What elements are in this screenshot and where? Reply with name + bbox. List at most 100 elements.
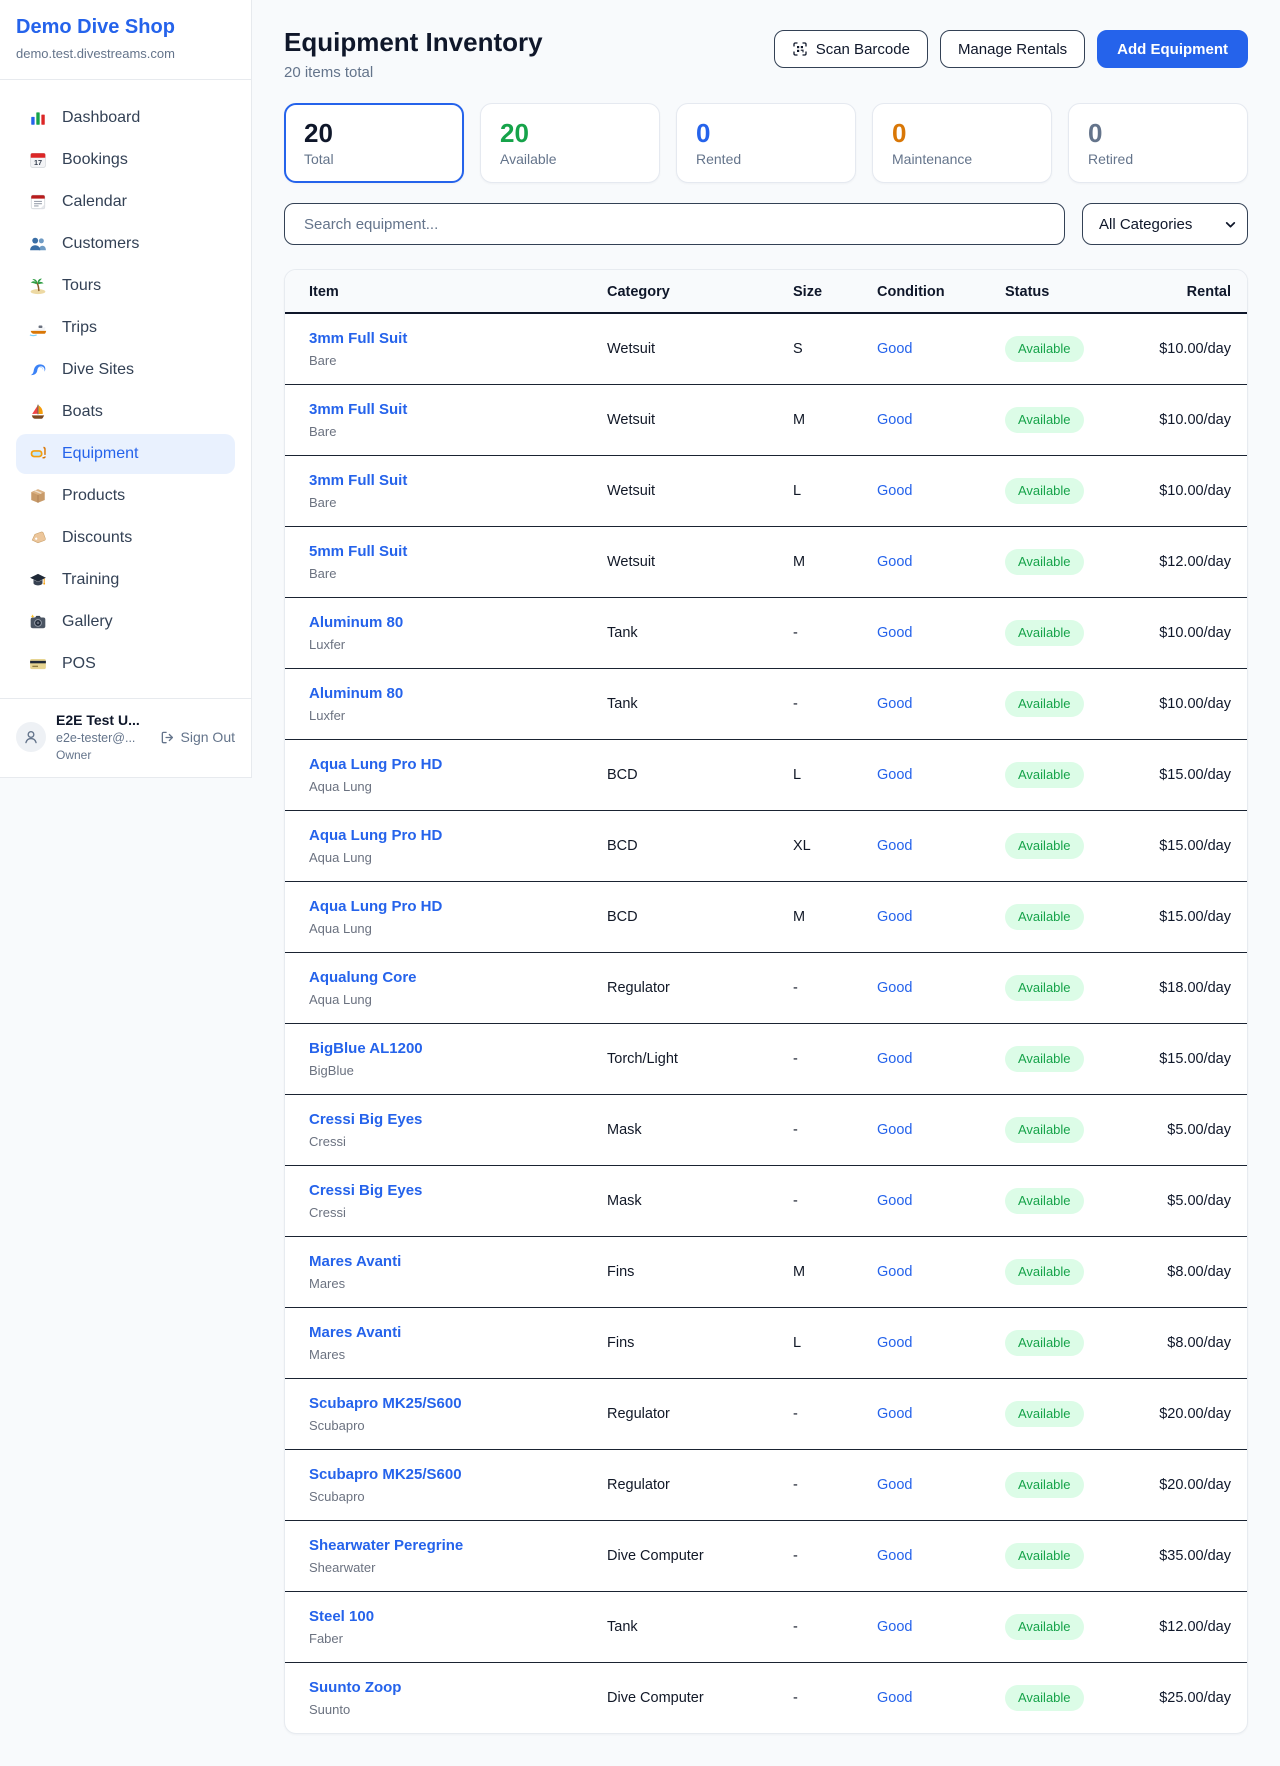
item-name-link[interactable]: 3mm Full Suit: [309, 330, 407, 347]
rental-price: $20.00/day: [1111, 1450, 1247, 1521]
condition-link[interactable]: Good: [877, 341, 912, 357]
item-brand: Bare: [309, 353, 559, 369]
sidebar-item-label: Gallery: [62, 613, 113, 631]
sidebar-item-gallery[interactable]: Gallery: [16, 602, 235, 642]
sidebar-item-training[interactable]: Training: [16, 560, 235, 600]
condition-link[interactable]: Good: [877, 1264, 912, 1280]
stats-row: 20 Total 20 Available 0 Rented 0 Mainten…: [284, 103, 1248, 183]
condition-link[interactable]: Good: [877, 1335, 912, 1351]
stat-card[interactable]: 20 Total: [284, 103, 464, 183]
sidebar-item-customers[interactable]: Customers: [16, 224, 235, 264]
item-name-link[interactable]: 3mm Full Suit: [309, 472, 407, 489]
sidebar-item-products[interactable]: Products: [16, 476, 235, 516]
page-header: Equipment Inventory 20 items total Scan …: [284, 26, 1248, 81]
sidebar-item-pos[interactable]: POS: [16, 644, 235, 684]
item-name-link[interactable]: Aqualung Core: [309, 969, 417, 986]
condition-link[interactable]: Good: [877, 1619, 912, 1635]
sidebar-item-dive-sites[interactable]: Dive Sites: [16, 350, 235, 390]
condition-link[interactable]: Good: [877, 1477, 912, 1493]
item-name-link[interactable]: Suunto Zoop: [309, 1679, 401, 1696]
item-name-link[interactable]: BigBlue AL1200: [309, 1040, 423, 1057]
item-name-link[interactable]: Cressi Big Eyes: [309, 1111, 422, 1128]
item-name-link[interactable]: Aluminum 80: [309, 614, 403, 631]
item-name-link[interactable]: Aqua Lung Pro HD: [309, 827, 442, 844]
add-equipment-button[interactable]: Add Equipment: [1097, 30, 1248, 68]
item-name-link[interactable]: Scubapro MK25/S600: [309, 1466, 462, 1483]
item-name-link[interactable]: Cressi Big Eyes: [309, 1182, 422, 1199]
sidebar-item-tours[interactable]: Tours: [16, 266, 235, 306]
sidebar-item-discounts[interactable]: Discounts: [16, 518, 235, 558]
sign-out-button[interactable]: Sign Out: [160, 729, 235, 745]
item-brand: Luxfer: [309, 708, 559, 724]
condition-link[interactable]: Good: [877, 767, 912, 783]
sidebar-item-dashboard[interactable]: Dashboard: [16, 98, 235, 138]
item-size: -: [769, 953, 853, 1024]
status-badge: Available: [1005, 1117, 1084, 1143]
sign-out-label: Sign Out: [181, 729, 235, 745]
stat-card[interactable]: 20 Available: [480, 103, 660, 183]
stat-value: 20: [304, 118, 444, 148]
item-name-link[interactable]: Aqua Lung Pro HD: [309, 898, 442, 915]
dive-sites-icon: [28, 360, 48, 380]
item-name-link[interactable]: 3mm Full Suit: [309, 401, 407, 418]
item-size: -: [769, 1592, 853, 1663]
condition-link[interactable]: Good: [877, 625, 912, 641]
table-row: 3mm Full Suit Bare Wetsuit L Good Availa…: [285, 456, 1247, 527]
condition-link[interactable]: Good: [877, 483, 912, 499]
rental-price: $15.00/day: [1111, 740, 1247, 811]
stat-card[interactable]: 0 Retired: [1068, 103, 1248, 183]
condition-link[interactable]: Good: [877, 909, 912, 925]
stat-value: 0: [892, 118, 1032, 148]
sidebar-item-trips[interactable]: Trips: [16, 308, 235, 348]
item-name-link[interactable]: Scubapro MK25/S600: [309, 1395, 462, 1412]
stat-card[interactable]: 0 Rented: [676, 103, 856, 183]
condition-link[interactable]: Good: [877, 1122, 912, 1138]
item-brand: Mares: [309, 1276, 559, 1292]
status-badge: Available: [1005, 1543, 1084, 1569]
sidebar-item-label: Trips: [62, 319, 97, 337]
item-name-link[interactable]: Aluminum 80: [309, 685, 403, 702]
condition-link[interactable]: Good: [877, 696, 912, 712]
rental-price: $5.00/day: [1111, 1095, 1247, 1166]
item-category: BCD: [583, 740, 769, 811]
table-row: 3mm Full Suit Bare Wetsuit S Good Availa…: [285, 313, 1247, 385]
condition-link[interactable]: Good: [877, 554, 912, 570]
status-badge: Available: [1005, 478, 1084, 504]
condition-link[interactable]: Good: [877, 412, 912, 428]
item-name-link[interactable]: Mares Avanti: [309, 1253, 401, 1270]
category-filter-select[interactable]: All Categories: [1082, 203, 1248, 245]
item-name-link[interactable]: Steel 100: [309, 1608, 374, 1625]
condition-link[interactable]: Good: [877, 1406, 912, 1422]
col-header-condition: Condition: [853, 270, 981, 313]
item-brand: Faber: [309, 1631, 559, 1647]
equipment-table: Item Category Size Condition Status Rent…: [285, 270, 1247, 1733]
rental-price: $35.00/day: [1111, 1521, 1247, 1592]
filter-row: All Categories: [284, 203, 1248, 245]
products-icon: [28, 486, 48, 506]
condition-link[interactable]: Good: [877, 838, 912, 854]
main-content: Equipment Inventory 20 items total Scan …: [252, 0, 1280, 1766]
rental-price: $10.00/day: [1111, 598, 1247, 669]
condition-link[interactable]: Good: [877, 1193, 912, 1209]
search-input[interactable]: [284, 203, 1065, 245]
manage-rentals-button[interactable]: Manage Rentals: [940, 30, 1085, 68]
condition-link[interactable]: Good: [877, 980, 912, 996]
sidebar-item-equipment[interactable]: Equipment: [16, 434, 235, 474]
sidebar-item-calendar[interactable]: Calendar: [16, 182, 235, 222]
scan-barcode-button[interactable]: Scan Barcode: [774, 30, 928, 68]
condition-link[interactable]: Good: [877, 1051, 912, 1067]
item-name-link[interactable]: Shearwater Peregrine: [309, 1537, 463, 1554]
stat-card[interactable]: 0 Maintenance: [872, 103, 1052, 183]
item-name-link[interactable]: Aqua Lung Pro HD: [309, 756, 442, 773]
rental-price: $15.00/day: [1111, 1024, 1247, 1095]
item-name-link[interactable]: Mares Avanti: [309, 1324, 401, 1341]
condition-link[interactable]: Good: [877, 1690, 912, 1706]
status-badge: Available: [1005, 1046, 1084, 1072]
rental-price: $10.00/day: [1111, 669, 1247, 740]
sidebar-item-label: POS: [62, 655, 96, 673]
sidebar-item-boats[interactable]: Boats: [16, 392, 235, 432]
item-name-link[interactable]: 5mm Full Suit: [309, 543, 407, 560]
status-badge: Available: [1005, 620, 1084, 646]
sidebar-item-bookings[interactable]: 17 Bookings: [16, 140, 235, 180]
condition-link[interactable]: Good: [877, 1548, 912, 1564]
